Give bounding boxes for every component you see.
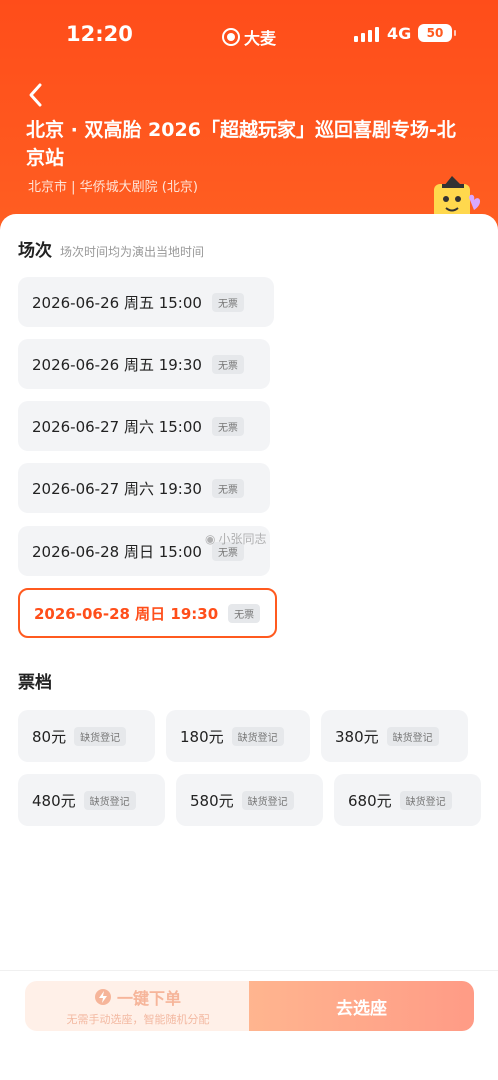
tier-price: 180元 bbox=[180, 727, 224, 746]
no-ticket-tag: 无票 bbox=[211, 478, 244, 498]
tier-option[interactable]: 80元 缺货登记 bbox=[18, 710, 155, 762]
tier-option[interactable]: 480元 缺货登记 bbox=[18, 774, 165, 826]
back-button[interactable] bbox=[20, 78, 50, 112]
session-option[interactable]: 2026-06-27 周六 15:00 无票 bbox=[18, 401, 270, 451]
damai-logo-icon bbox=[222, 28, 240, 46]
no-ticket-tag: 无票 bbox=[211, 354, 244, 374]
sessions-title: 场次 bbox=[18, 241, 52, 261]
content-card: 场次 场次时间均为演出当地时间 2026-06-26 周五 15:00 无票 2… bbox=[0, 214, 498, 1080]
waitlist-tag: 缺货登记 bbox=[241, 790, 294, 810]
tiers-title: 票档 bbox=[18, 673, 52, 693]
battery-icon: 50 bbox=[418, 24, 456, 42]
brand-logo: 大麦 bbox=[222, 25, 276, 49]
no-ticket-tag: 无票 bbox=[211, 416, 244, 436]
venue-text: 北京市 | 华侨城大剧院 (北京) bbox=[28, 180, 198, 195]
bottom-action-bar: 一键下单 无需手动选座，智能随机分配 去选座 bbox=[0, 970, 498, 1080]
session-label: 2026-06-27 周六 15:00 bbox=[32, 417, 202, 436]
signal-icon bbox=[354, 27, 379, 42]
session-label: 2026-06-27 周六 19:30 bbox=[32, 479, 202, 498]
weibo-icon: ◉ bbox=[205, 531, 216, 546]
tier-price: 480元 bbox=[32, 791, 76, 810]
quick-order-label: 一键下单 bbox=[116, 989, 181, 1008]
waitlist-tag: 缺货登记 bbox=[386, 726, 439, 746]
session-option[interactable]: 2026-06-26 周五 15:00 无票 bbox=[18, 277, 274, 327]
lightning-icon bbox=[94, 989, 111, 1005]
session-label: 2026-06-28 周日 15:00 bbox=[32, 542, 202, 561]
page-title: 北京 · 双高胎 2026「超越玩家」巡回喜剧专场-北京站 bbox=[26, 119, 456, 169]
session-label: 2026-06-26 周五 15:00 bbox=[32, 293, 202, 312]
waitlist-tag: 缺货登记 bbox=[74, 726, 127, 746]
session-label: 2026-06-28 周日 19:30 bbox=[34, 604, 219, 623]
waitlist-tag: 缺货登记 bbox=[399, 790, 452, 810]
session-option[interactable]: 2026-06-26 周五 19:30 无票 bbox=[18, 339, 270, 389]
session-option-selected[interactable]: 2026-06-28 周日 19:30 无票 bbox=[18, 588, 277, 638]
sessions-header: 场次 场次时间均为演出当地时间 bbox=[18, 236, 204, 261]
session-label: 2026-06-26 周五 19:30 bbox=[32, 355, 202, 374]
tier-price: 580元 bbox=[190, 791, 234, 810]
tier-option[interactable]: 580元 缺货登记 bbox=[176, 774, 323, 826]
tier-option[interactable]: 180元 缺货登记 bbox=[166, 710, 310, 762]
network-type: 4G bbox=[387, 24, 412, 43]
watermark: ◉ 小张同志 bbox=[205, 530, 267, 547]
watermark-text: 小张同志 bbox=[218, 532, 267, 546]
tier-price: 80元 bbox=[32, 727, 67, 746]
chevron-left-icon bbox=[29, 83, 42, 107]
tier-option[interactable]: 380元 缺货登记 bbox=[321, 710, 468, 762]
waitlist-tag: 缺货登记 bbox=[83, 790, 136, 810]
quick-order-subtitle: 无需手动选座，智能随机分配 bbox=[66, 1013, 210, 1026]
tier-price: 380元 bbox=[335, 727, 379, 746]
header: 12:20 大麦 4G 50 北京 · 双高胎 2026「超越玩家」巡回喜剧专场… bbox=[0, 0, 498, 240]
session-option[interactable]: 2026-06-27 周六 19:30 无票 bbox=[18, 463, 270, 513]
brand-name: 大麦 bbox=[244, 29, 277, 48]
tier-option[interactable]: 680元 缺货登记 bbox=[334, 774, 481, 826]
sessions-note: 场次时间均为演出当地时间 bbox=[60, 245, 205, 259]
status-bar: 12:20 大麦 4G 50 bbox=[0, 0, 498, 70]
no-ticket-tag: 无票 bbox=[228, 603, 261, 623]
select-seat-button[interactable]: 去选座 bbox=[249, 981, 474, 1031]
quick-order-label-row: 一键下单 bbox=[94, 985, 181, 1009]
tiers-header: 票档 bbox=[18, 668, 52, 693]
waitlist-tag: 缺货登记 bbox=[231, 726, 284, 746]
no-ticket-tag: 无票 bbox=[211, 292, 244, 312]
quick-order-button[interactable]: 一键下单 无需手动选座，智能随机分配 bbox=[25, 981, 251, 1031]
status-time: 12:20 bbox=[66, 22, 133, 46]
tier-price: 680元 bbox=[348, 791, 392, 810]
